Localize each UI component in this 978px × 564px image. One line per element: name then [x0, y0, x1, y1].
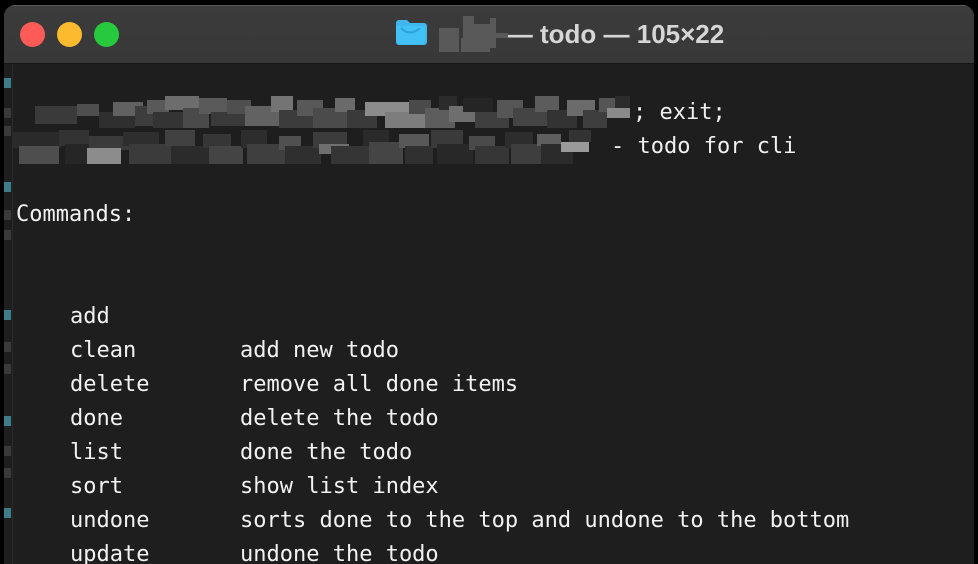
command-mark[interactable]	[4, 126, 11, 136]
command-row[interactable]: add add new todo	[13, 266, 974, 363]
command-tail-1: ; exit;	[633, 100, 726, 125]
command-mark[interactable]	[4, 364, 11, 374]
minimize-window-button[interactable]	[57, 21, 82, 47]
command-mark[interactable]	[4, 210, 11, 220]
commands-heading: Commands:	[16, 202, 136, 227]
command-mark[interactable]	[4, 508, 11, 518]
close-window-button[interactable]	[20, 21, 45, 47]
zoom-window-button[interactable]	[94, 21, 119, 47]
command-input-line-2[interactable]: - todo for cli	[13, 130, 974, 164]
command-mark[interactable]	[4, 182, 11, 192]
command-mark[interactable]	[4, 446, 11, 456]
command-mark[interactable]	[4, 416, 11, 426]
command-row[interactable]: sort sorts done to the top and undone to…	[13, 436, 974, 533]
command-mark[interactable]	[4, 230, 11, 240]
command-row[interactable]: delete delete the todo	[13, 334, 974, 431]
terminal-body[interactable]: ~ ❯	[4, 64, 974, 564]
command-row[interactable]: list show list index	[13, 402, 974, 499]
command-mark[interactable]	[4, 342, 11, 352]
window-titlebar[interactable]: — todo — 105×22	[4, 5, 974, 64]
redacted-command-text-2	[13, 130, 603, 164]
command-tail-2: - todo for cli	[611, 134, 797, 159]
window-title-text: — todo — 105×22	[506, 18, 725, 49]
redacted-path-title	[437, 14, 508, 54]
command-row[interactable]: undone undone the todo	[13, 470, 974, 564]
terminal-window: — todo — 105×22 ~	[4, 5, 974, 564]
command-mark[interactable]	[4, 108, 11, 118]
command-mark-gutter[interactable]	[4, 64, 13, 564]
command-row[interactable]: clean remove all done items	[13, 300, 974, 397]
command-mark[interactable]	[4, 310, 11, 320]
command-mark[interactable]	[4, 468, 11, 478]
command-row[interactable]: done done the todo	[13, 368, 974, 465]
folder-icon	[394, 18, 427, 50]
command-mark[interactable]	[4, 78, 11, 88]
prompt-cwd-line: ~	[13, 64, 974, 118]
command-description: undone the todo	[240, 542, 439, 564]
traffic-light-group	[20, 21, 119, 47]
terminal-text-area[interactable]: ~ ❯	[13, 64, 974, 564]
window-title-area: — todo — 105×22	[4, 5, 974, 63]
command-name: update	[70, 542, 150, 564]
command-row[interactable]: update update todo	[13, 504, 974, 564]
redacted-command-text-1	[35, 96, 630, 130]
command-input-line-1[interactable]: ❯	[13, 96, 974, 161]
